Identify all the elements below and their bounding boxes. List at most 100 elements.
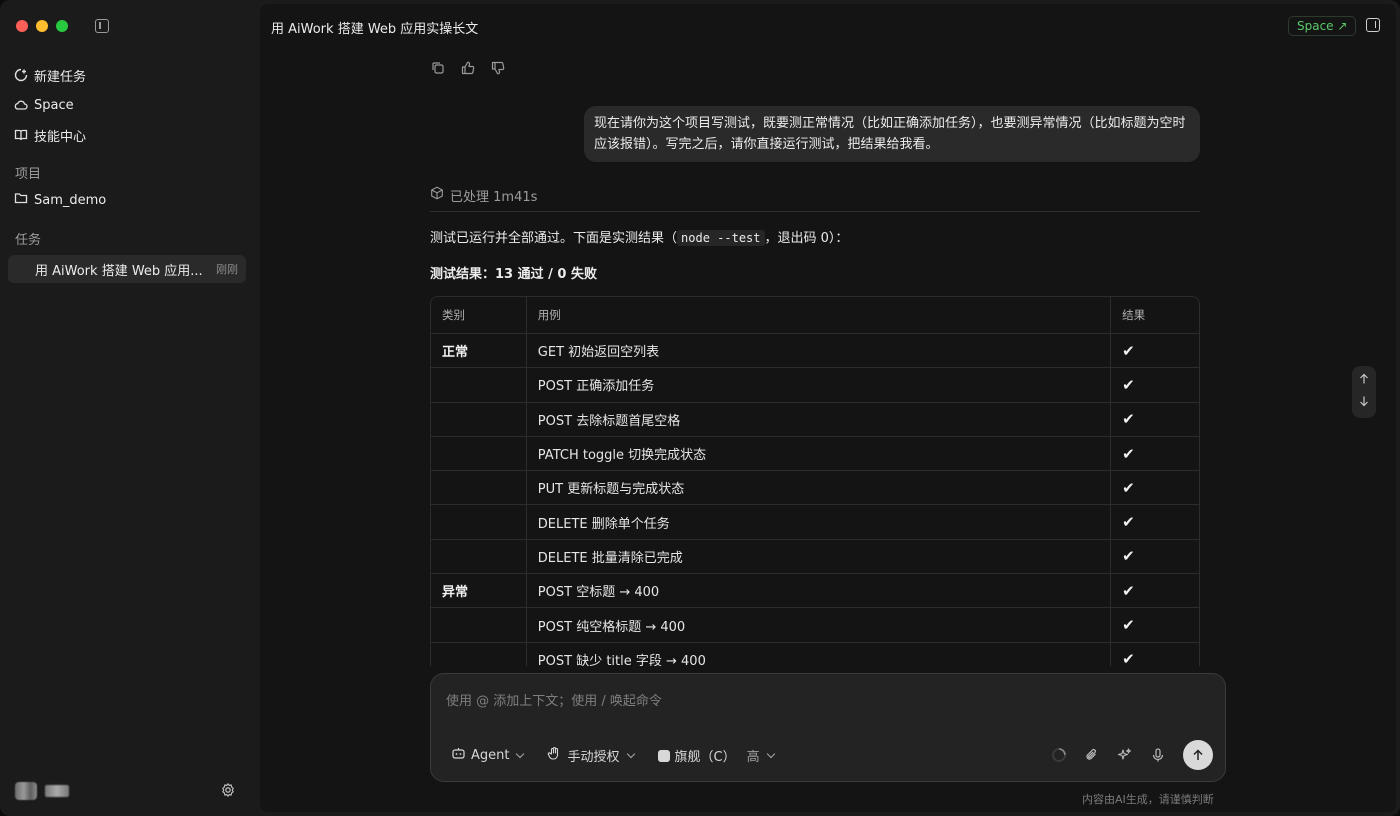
sidebar-item-task[interactable]: 用 AiWork 搭建 Web 应用... 刚刚: [8, 255, 246, 283]
cube-icon: [430, 186, 444, 204]
cell-category: [431, 539, 527, 575]
composer-toolbar: Agent 手动授权 旗舰（C） 高: [451, 746, 775, 765]
sidebar-item-project[interactable]: Sam_demo: [14, 188, 106, 212]
collapse-sidebar-icon[interactable]: [95, 19, 109, 33]
agent-icon: [451, 746, 466, 765]
table-row: 正常 GET 初始返回空列表 ✔: [431, 334, 1199, 369]
thumbs-up-icon[interactable]: [460, 60, 476, 76]
message-composer[interactable]: 使用 @ 添加上下文；使用 / 唤起命令 Agent 手动授权 旗舰（C） 高: [430, 673, 1226, 782]
model-icon: [657, 749, 670, 762]
chevron-down-icon: [516, 749, 525, 759]
app-window: 新建任务 Space 技能中心 项目 Sam_demo 任务 用 AiWork …: [0, 0, 1400, 816]
column-header-result: 结果: [1111, 297, 1199, 334]
hand-icon: [547, 746, 562, 765]
cell-case: POST 缺少 title 字段 → 400: [527, 642, 1112, 666]
cell-result: ✔: [1111, 643, 1199, 666]
cell-category: [431, 471, 527, 506]
page-title: 用 AiWork 搭建 Web 应用实操长文: [271, 22, 479, 37]
cell-category: 正常: [431, 334, 527, 369]
space-button[interactable]: Space ↗: [1288, 16, 1357, 36]
cell-result: ✔: [1111, 471, 1199, 506]
sparkles-icon[interactable]: [1117, 747, 1133, 763]
gear-icon[interactable]: [220, 782, 236, 798]
cloud-icon: [14, 98, 28, 112]
mode-label: Agent: [471, 748, 510, 763]
minimize-window-button[interactable]: [36, 20, 48, 32]
sidebar: 新建任务 Space 技能中心 项目 Sam_demo 任务 用 AiWork …: [0, 0, 260, 816]
message-actions: [430, 60, 506, 76]
cell-result: ✔: [1111, 574, 1199, 609]
conversation: 现在请你为这个项目写测试，既要测正常情况（比如正确添加任务），也要测异常情况（比…: [430, 48, 1200, 666]
cell-category: 异常: [431, 574, 527, 609]
username-blurred: [45, 785, 69, 797]
cell-case: POST 去除标题首尾空格: [526, 402, 1112, 437]
arrow-up-icon[interactable]: [1358, 373, 1370, 389]
reasoning-level[interactable]: 高: [746, 746, 775, 765]
microphone-icon[interactable]: [1150, 747, 1166, 763]
mode-selector[interactable]: Agent: [451, 746, 525, 765]
arrow-down-icon[interactable]: [1358, 395, 1370, 411]
cell-case: DELETE 批量清除已完成: [526, 539, 1112, 575]
level-label: 高: [746, 750, 760, 765]
main-panel: 用 AiWork 搭建 Web 应用实操长文 Space ↗ 现在请你为这个项目…: [260, 4, 1396, 812]
cell-category: [431, 505, 527, 540]
arrow-up-icon: [1193, 749, 1203, 760]
table-row: POST 纯空格标题 → 400 ✔: [431, 608, 1199, 643]
loading-spinner-icon: [1051, 747, 1067, 763]
results-table-body: 正常 GET 初始返回空列表 ✔ POST 正确添加任务 ✔ POST 去除标题首尾空格 ✔…: [431, 334, 1199, 666]
close-window-button[interactable]: [16, 20, 28, 32]
permission-label: 手动授权: [567, 750, 620, 765]
projects-section-label: 项目: [15, 167, 42, 182]
processed-label: 已处理 1m41s: [450, 190, 538, 205]
user-profile[interactable]: [15, 782, 69, 800]
cell-category: [431, 608, 527, 643]
user-message-bubble: 现在请你为这个项目写测试，既要测正常情况（比如正确添加任务），也要测异常情况（比…: [584, 106, 1200, 162]
sidebar-item-skills[interactable]: 技能中心: [14, 120, 246, 150]
task-time: 刚刚: [216, 263, 238, 276]
copy-icon[interactable]: [430, 60, 446, 76]
new-task-icon: [14, 68, 28, 82]
table-row: POST 正确添加任务 ✔: [431, 368, 1199, 403]
cell-result: ✔: [1111, 334, 1199, 369]
chevron-down-icon: [626, 749, 635, 759]
table-row: DELETE 批量清除已完成 ✔: [431, 539, 1199, 575]
summary-text-after: ，退出码 0）：: [764, 231, 849, 246]
sidebar-item-label: 新建任务: [34, 69, 87, 85]
result-heading: 测试结果：13 通过 / 0 失败: [430, 267, 597, 282]
thumbs-down-icon[interactable]: [490, 60, 506, 76]
table-row: 异常 POST 空标题 → 400 ✔: [431, 574, 1199, 609]
results-table: 类别 用例 结果 正常 GET 初始返回空列表 ✔ POST 正确添加任务 ✔ POST …: [430, 296, 1200, 666]
summary-code: node --test: [677, 230, 765, 246]
cell-case: POST 纯空格标题 → 400: [526, 608, 1112, 643]
avatar: [15, 782, 37, 800]
sidebar-item-space[interactable]: Space: [14, 90, 246, 120]
book-icon: [14, 128, 28, 142]
cell-case: GET 初始返回空列表: [526, 334, 1112, 369]
cell-result: ✔: [1111, 437, 1199, 472]
maximize-window-button[interactable]: [56, 20, 68, 32]
table-row: POST 去除标题首尾空格 ✔: [431, 402, 1199, 437]
column-header-case: 用例: [526, 297, 1112, 334]
permission-selector[interactable]: 手动授权: [547, 746, 635, 765]
cell-case: POST 空标题 → 400: [526, 574, 1112, 609]
sidebar-item-new-task[interactable]: 新建任务: [14, 60, 246, 90]
processed-indicator[interactable]: 已处理 1m41s: [430, 186, 1200, 212]
task-title: 用 AiWork 搭建 Web 应用...: [35, 263, 203, 279]
composer-input[interactable]: 使用 @ 添加上下文；使用 / 唤起命令: [446, 690, 662, 709]
topbar: 用 AiWork 搭建 Web 应用实操长文 Space ↗: [260, 4, 1396, 48]
cell-result: ✔: [1111, 505, 1199, 540]
column-header-category: 类别: [431, 297, 527, 334]
assistant-summary: 测试已运行并全部通过。下面是实测结果（ node --test ，退出码 0）：: [430, 227, 848, 246]
table-row: PUT 更新标题与完成状态 ✔: [431, 471, 1199, 506]
composer-actions: [1051, 740, 1213, 770]
window-controls: [16, 20, 68, 32]
cell-case: POST 正确添加任务: [526, 368, 1112, 403]
send-button[interactable]: [1183, 740, 1213, 770]
paperclip-icon[interactable]: [1084, 747, 1100, 763]
table-header-row: 类别 用例 结果: [431, 297, 1199, 334]
cell-category: [431, 368, 527, 403]
model-label: 旗舰（C）: [674, 750, 736, 765]
toggle-panel-icon[interactable]: [1366, 18, 1380, 32]
model-selector[interactable]: 旗舰（C） 高: [657, 746, 775, 765]
table-row: POST 缺少 title 字段 → 400 ✔: [431, 642, 1199, 666]
